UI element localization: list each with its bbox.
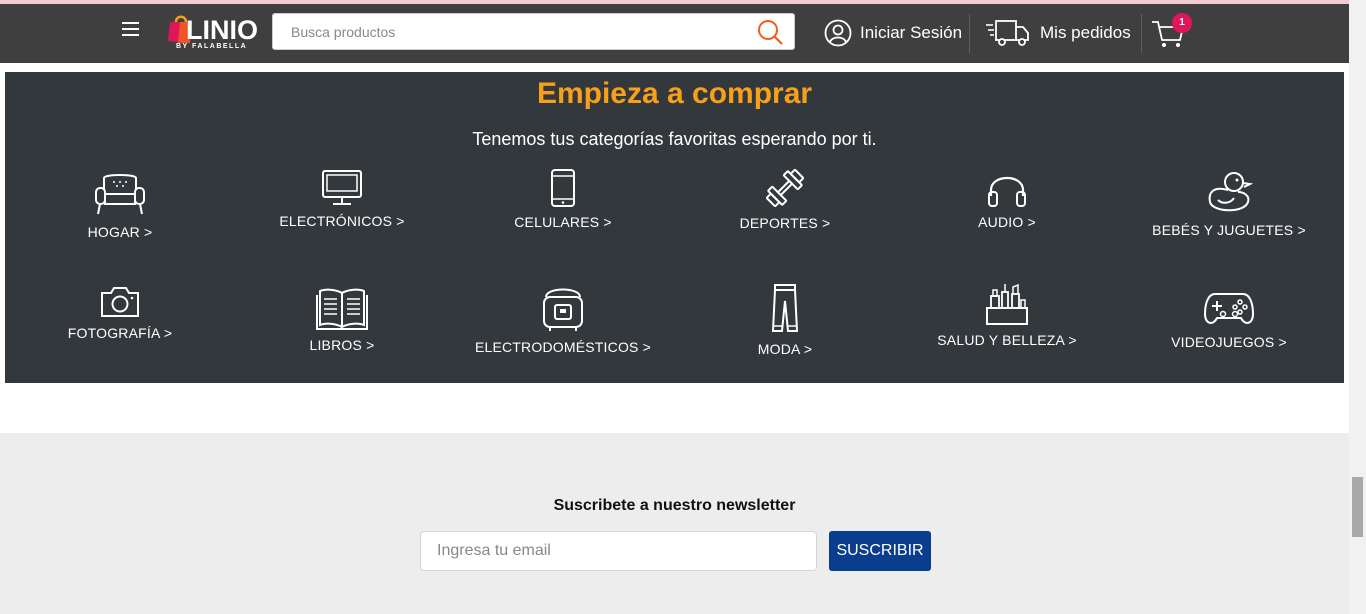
subscribe-button[interactable]: SUSCRIBIR <box>829 531 931 571</box>
category-fotografia[interactable]: FOTOGRAFÍA > <box>10 285 230 341</box>
site-header: LINIO BY FALABELLA Iniciar Sesión Mis pe… <box>0 4 1349 63</box>
scrollbar-thumb[interactable] <box>1352 477 1363 537</box>
camera-icon <box>101 287 139 317</box>
divider <box>1141 14 1142 53</box>
linio-logo[interactable]: LINIO BY FALABELLA <box>166 13 261 55</box>
gamepad-icon <box>1203 293 1255 324</box>
pants-icon <box>771 284 799 332</box>
category-label: AUDIO > <box>978 214 1036 230</box>
category-electrodomesticos[interactable]: ELECTRODOMÉSTICOS > <box>453 285 673 355</box>
cosmetics-icon <box>986 283 1028 325</box>
category-label: SALUD Y BELLEZA > <box>937 332 1077 348</box>
vertical-scrollbar[interactable] <box>1349 0 1366 614</box>
newsletter-title: Suscribete a nuestro newsletter <box>553 497 796 514</box>
category-salud-belleza[interactable]: SALUD Y BELLEZA > <box>897 282 1117 348</box>
logo-text: LINIO <box>186 15 258 45</box>
category-moda[interactable]: MODA > <box>675 283 895 357</box>
category-label: FOTOGRAFÍA > <box>67 325 173 341</box>
category-electronicos[interactable]: ELECTRÓNICOS > <box>232 169 452 229</box>
cart-count-badge: 1 <box>1172 13 1192 33</box>
search-input[interactable] <box>273 14 743 49</box>
panel-title: Empieza a comprar <box>536 77 813 110</box>
sofa-icon <box>95 174 145 215</box>
category-libros[interactable]: LIBROS > <box>232 285 452 353</box>
category-label: ELECTRÓNICOS > <box>279 213 405 229</box>
category-label: CELULARES > <box>514 214 612 230</box>
categories-panel: Empieza a comprar Tenemos tus categorías… <box>5 72 1344 383</box>
category-label: BEBÉS Y JUGUETES > <box>1152 222 1306 238</box>
monitor-icon <box>322 170 362 205</box>
category-hogar[interactable]: HOGAR > <box>10 170 230 240</box>
category-audio[interactable]: AUDIO > <box>897 170 1117 230</box>
panel-subtitle: Tenemos tus categorías favoritas esperan… <box>472 129 877 149</box>
email-input[interactable] <box>420 531 817 571</box>
rice-cooker-icon <box>543 288 583 331</box>
category-label: HOGAR > <box>87 224 153 240</box>
category-videojuegos[interactable]: VIDEOJUEGOS > <box>1119 290 1339 350</box>
orders-link[interactable]: Mis pedidos <box>986 16 1131 50</box>
login-label: Iniciar Sesión <box>860 23 963 42</box>
rubber-duck-icon <box>1208 172 1254 212</box>
dumbbell-icon <box>766 169 804 207</box>
divider <box>969 14 970 53</box>
category-label: MODA > <box>757 341 813 357</box>
login-link[interactable]: Iniciar Sesión <box>824 16 962 50</box>
category-celulares[interactable]: CELULARES > <box>453 168 673 230</box>
book-icon <box>316 288 368 330</box>
smartphone-icon <box>551 169 575 207</box>
delivery-truck-icon <box>986 20 1029 46</box>
headphones-icon <box>988 176 1026 207</box>
hamburger-menu-icon[interactable] <box>122 22 144 42</box>
newsletter-section: Suscribete a nuestro newsletter SUSCRIBI… <box>0 433 1349 614</box>
user-circle-icon <box>824 19 852 47</box>
orders-label: Mis pedidos <box>1040 23 1131 42</box>
category-label: VIDEOJUEGOS > <box>1171 334 1287 350</box>
category-deportes[interactable]: DEPORTES > <box>675 167 895 231</box>
logo-subtext: BY FALABELLA <box>176 43 248 50</box>
category-label: LIBROS > <box>309 337 375 353</box>
category-label: ELECTRODOMÉSTICOS > <box>474 339 652 355</box>
search-icon[interactable] <box>756 19 784 45</box>
category-bebes-juguetes[interactable]: BEBÉS Y JUGUETES > <box>1119 168 1339 238</box>
category-label: DEPORTES > <box>739 215 831 231</box>
search-bar <box>272 13 795 50</box>
